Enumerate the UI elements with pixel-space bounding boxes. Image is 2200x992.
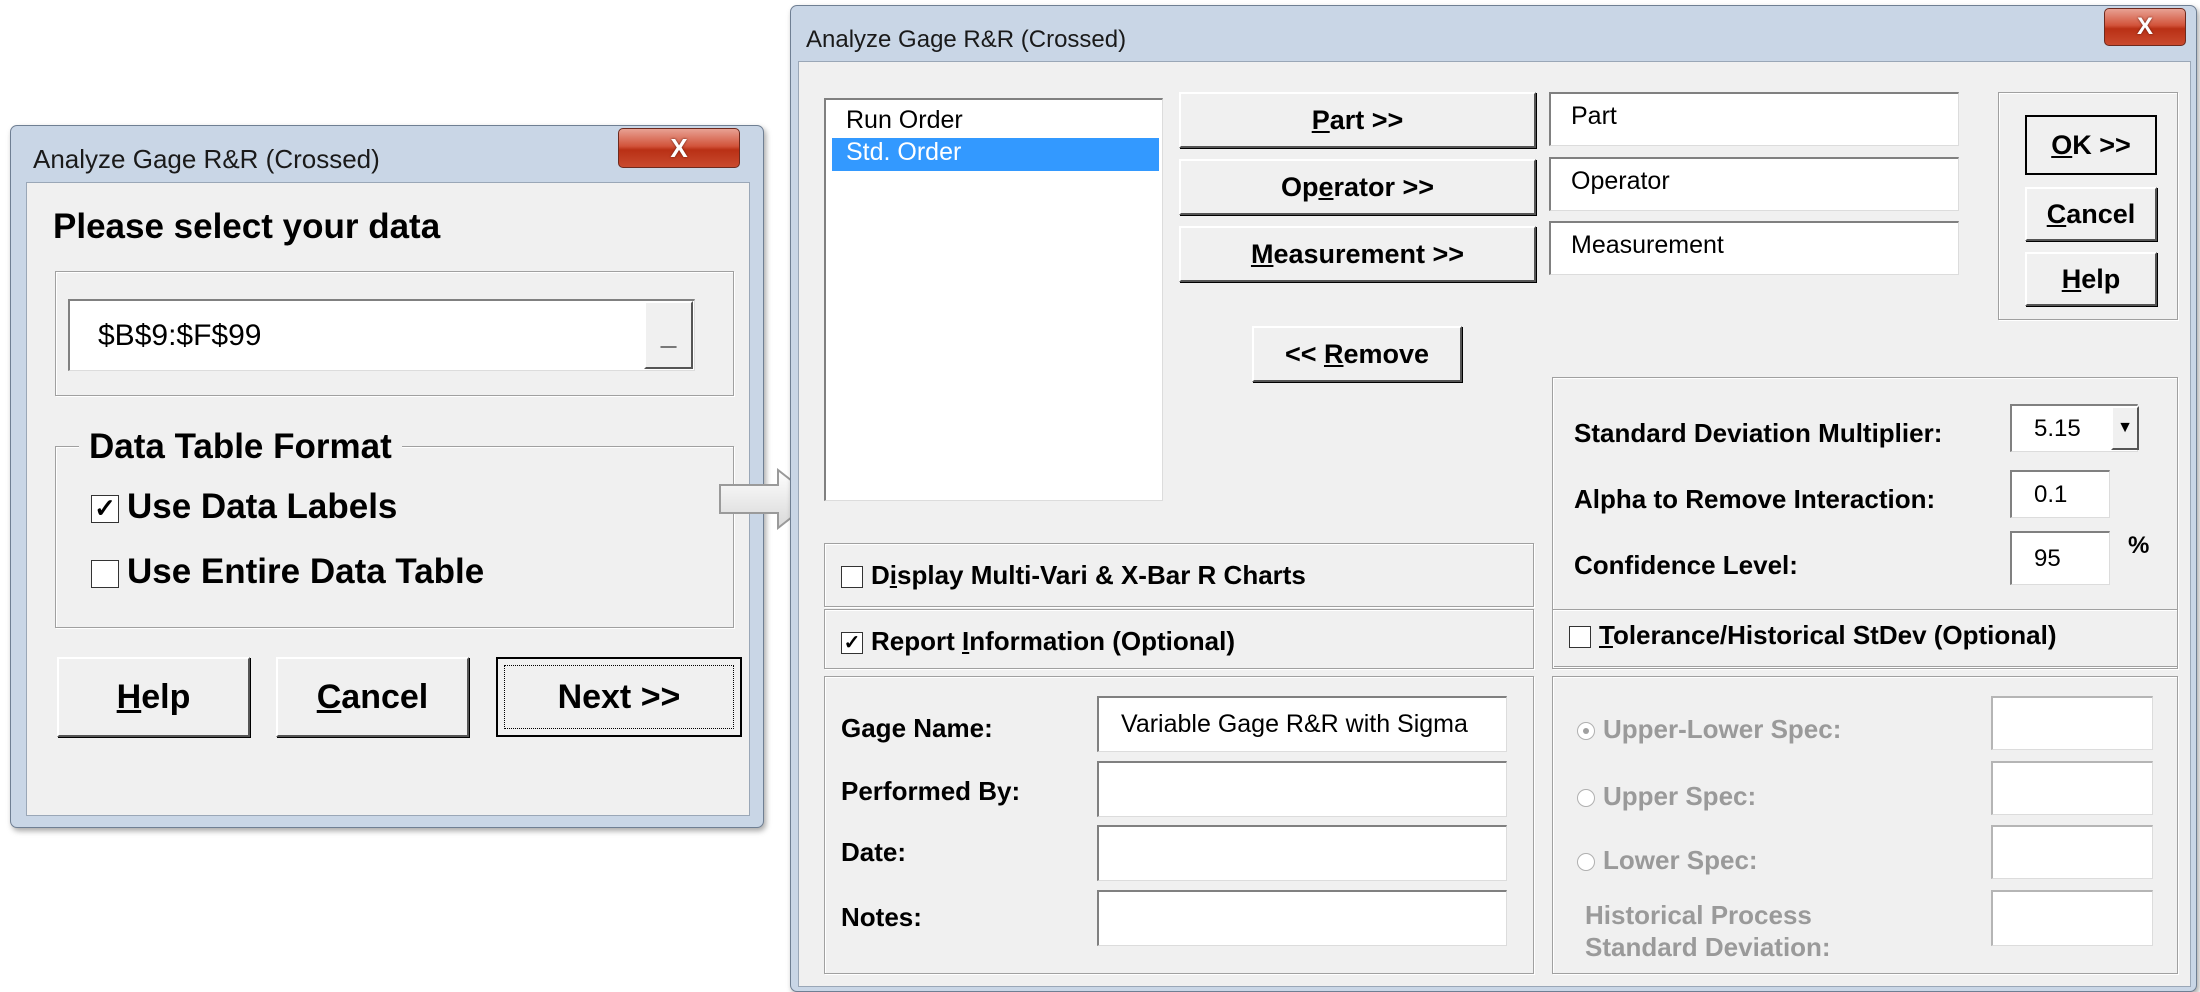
operator-field[interactable]: Operator [1549, 157, 1959, 211]
close-button[interactable]: X [618, 128, 740, 168]
data-table-format-label: Data Table Format [79, 427, 402, 467]
focus-rectangle [504, 665, 734, 729]
dialog-title: Analyze Gage R&R (Crossed) [806, 26, 1127, 53]
checkbox-checked-icon: ✓ [841, 632, 863, 655]
help-button[interactable]: Help [2025, 252, 2157, 306]
chevron-down-icon: ▼ [2117, 419, 2133, 436]
ok-button[interactable]: OK >> [2025, 115, 2157, 175]
historical-sd-label-line2: Standard Deviation: [1585, 932, 1831, 962]
checkbox-unchecked-icon [841, 566, 863, 589]
measurement-assign-button[interactable]: Measurement >> [1179, 226, 1536, 282]
cancel-button-label: Cancel [316, 677, 429, 716]
lower-spec-input[interactable] [1991, 825, 2153, 879]
gage-name-input[interactable]: Variable Gage R&R with Sigma [1097, 696, 1507, 752]
date-input[interactable] [1097, 825, 1507, 881]
data-range-value: $B$9:$F$99 [98, 318, 262, 352]
radio-selected-icon [1577, 722, 1595, 741]
list-item[interactable]: Run Order [832, 106, 1159, 138]
part-assign-button[interactable]: Part >> [1179, 92, 1536, 148]
gage-name-label: Gage Name: [841, 713, 993, 743]
data-table-format-group [55, 446, 734, 628]
tolerance-checkbox[interactable]: Tolerance/Historical StDev (Optional) [1569, 620, 2057, 651]
close-icon: X [670, 132, 688, 163]
collapse-dialog-icon: _ [660, 319, 677, 350]
alpha-label: Alpha to Remove Interaction: [1574, 484, 1936, 514]
notes-input[interactable] [1097, 890, 1507, 946]
analyze-gage-rr-dialog: Analyze Gage R&R (Crossed) X Run Order S… [790, 5, 2197, 992]
radio-unselected-icon [1577, 789, 1595, 808]
upper-spec-input[interactable] [1991, 761, 2153, 815]
dialog-client-area: Please select your data $B$9:$F$99 _ Dat… [26, 182, 750, 816]
display-charts-checkbox[interactable]: Display Multi-Vari & X-Bar R Charts [841, 560, 1306, 591]
report-information-checkbox[interactable]: ✓ Report Information (Optional) [841, 626, 1235, 657]
historical-sd-label-line1: Historical Process [1585, 900, 1812, 930]
dialog-client-area: Run Order Std. Order Part >> Operator >>… [798, 61, 2191, 987]
measurement-field[interactable]: Measurement [1549, 221, 1959, 275]
operator-assign-button[interactable]: Operator >> [1179, 159, 1536, 215]
list-item-selected[interactable]: Std. Order [832, 138, 1159, 171]
historical-sd-input[interactable] [1991, 890, 2153, 946]
close-button[interactable]: X [2104, 8, 2186, 46]
select-data-dialog: Analyze Gage R&R (Crossed) X Please sele… [10, 125, 764, 828]
cancel-button[interactable]: Cancel [276, 657, 469, 737]
percent-sign: % [2128, 532, 2150, 559]
use-data-labels-checkbox[interactable]: ✓ Use Data Labels [91, 487, 397, 527]
use-entire-data-table-checkbox[interactable]: Use Entire Data Table [91, 552, 484, 592]
data-range-input[interactable]: $B$9:$F$99 [68, 299, 695, 371]
remove-button[interactable]: << Remove [1252, 326, 1462, 382]
confidence-level-label: Confidence Level: [1574, 550, 1798, 580]
range-select-button[interactable]: _ [644, 301, 693, 369]
confidence-level-input[interactable]: 95 [2010, 531, 2110, 585]
help-button-label: Help [116, 677, 191, 716]
radio-unselected-icon [1577, 853, 1595, 872]
upper-spec-radio[interactable]: Upper Spec: [1577, 781, 1756, 812]
std-dev-multiplier-label: Standard Deviation Multiplier: [1574, 418, 1943, 448]
help-button[interactable]: Help [57, 657, 250, 737]
performed-by-label: Performed By: [841, 776, 1021, 806]
alpha-input[interactable]: 0.1 [2010, 470, 2110, 518]
upper-lower-spec-radio[interactable]: Upper-Lower Spec: [1577, 714, 1841, 745]
next-button[interactable]: Next >> [496, 657, 742, 737]
performed-by-input[interactable] [1097, 761, 1507, 817]
date-label: Date: [841, 837, 907, 867]
dialog-title: Analyze Gage R&R (Crossed) [33, 144, 380, 174]
notes-label: Notes: [841, 902, 922, 932]
checkbox-unchecked-icon [1569, 626, 1591, 649]
select-data-prompt: Please select your data [53, 207, 441, 246]
lower-spec-radio[interactable]: Lower Spec: [1577, 845, 1758, 876]
part-field[interactable]: Part [1549, 92, 1959, 146]
cancel-button[interactable]: Cancel [2025, 187, 2157, 241]
checkbox-checked-icon: ✓ [91, 493, 119, 523]
variables-listbox[interactable]: Run Order Std. Order [824, 98, 1163, 501]
upper-lower-spec-input[interactable] [1991, 696, 2153, 750]
checkbox-unchecked-icon [91, 559, 119, 588]
close-icon: X [2136, 13, 2153, 40]
dropdown-button[interactable]: ▼ [2111, 406, 2139, 450]
